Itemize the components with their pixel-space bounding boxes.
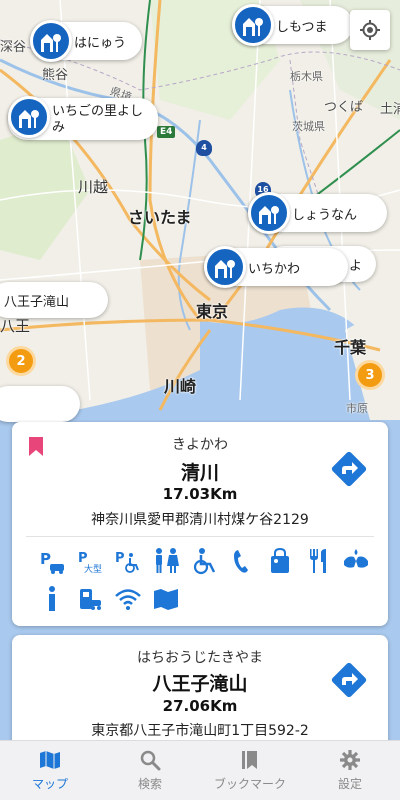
place-label-hachioji-short: 八王 [0,317,31,335]
marker-label: しもつま [276,19,328,35]
phone-icon [228,547,256,575]
marker-label: いちごの里よしみ [52,103,144,135]
station-pin-icon [8,96,50,138]
cluster-marker-left[interactable]: 2 [6,346,36,376]
place-label-tokyo: 東京 [196,302,229,321]
svg-text:P: P [40,550,51,568]
station-marker-ichigo[interactable]: いちごの里よしみ [8,96,158,140]
map-icon [40,751,60,769]
handwash-icon [342,547,370,575]
current-location-button[interactable] [350,10,390,50]
ev-charger-icon [76,585,104,613]
station-marker-ichikawa[interactable]: いちかわ [204,246,349,288]
parking-accessible-icon: P [114,547,142,575]
station-card[interactable]: はちおうじたきやま 八王子滝山 27.06Km 東京都八王子市滝山町1丁目592… [12,635,388,740]
info-icon [38,585,66,613]
station-address: 神奈川県愛甲郡清川村煤ケ谷2129 [91,512,309,528]
station-pin-icon [248,192,290,234]
place-label-fukaya: 深谷 [0,40,27,55]
marker-label-hachioji: 八王子滝山 [4,294,70,310]
place-label-tsuchiura: 土浦 [380,102,400,117]
place-label-ichihara: 市原 [346,402,368,415]
marker-label: はにゅう [74,35,127,51]
parking-large-icon: P 大型 [76,547,104,575]
wheelchair-icon [190,547,218,575]
svg-text:P: P [78,551,88,566]
restroom-icon [152,547,180,575]
nav-tab-search[interactable]: 検索 [100,741,200,800]
nav-label: マップ [31,777,68,791]
nav-label: ブックマーク [213,777,286,791]
marker-label-partial: よ [348,258,362,274]
parking-car-icon: P [38,547,66,575]
place-label-kawagoe: 川越 [78,178,109,196]
station-pin-icon [232,4,274,46]
svg-text:P: P [115,551,125,566]
nav-tab-bookmark[interactable]: ブックマーク [200,741,300,800]
place-label-kumagaya: 熊谷 [42,68,69,83]
place-label-kawasaki: 川崎 [164,377,197,396]
bottom-navigation: マップ 検索 ブックマーク 設定 [0,740,400,800]
station-pin-icon [30,20,72,62]
station-marker-hanyu[interactable]: はにゅう [30,20,143,62]
route-shield-4: 4 [196,140,212,156]
station-marker-shimotsuma[interactable]: しもつま [232,4,354,46]
nav-label: 設定 [337,777,362,791]
station-distance: 27.06Km [162,697,238,715]
station-card[interactable]: きよかわ 清川 17.03Km 神奈川県愛甲郡清川村煤ケ谷2129 P P 大型 … [12,422,388,626]
station-address: 東京都八王子市滝山町1丁目592-2 [91,723,309,739]
nav-label: 検索 [137,777,162,791]
directions-icon[interactable] [330,450,368,488]
bookmark-icon [242,751,257,769]
station-card-list[interactable]: きよかわ 清川 17.03Km 神奈川県愛甲郡清川村煤ケ谷2129 P P 大型 … [0,420,400,740]
prefecture-label-tochigi: 栃木県 [290,70,323,83]
nav-tab-settings[interactable]: 設定 [300,741,400,800]
map-icon [152,585,180,613]
search-icon [140,750,161,771]
place-label-saitama: さいたま [128,208,192,227]
place-label-tsukuba: つくば [324,100,364,115]
directions-icon[interactable] [330,661,368,699]
shop-icon [266,547,294,575]
nav-tab-map[interactable]: マップ [0,741,100,800]
gear-icon [340,750,360,770]
marker-pill-offscreen[interactable] [0,386,80,422]
restaurant-icon [304,547,332,575]
cluster-marker-right[interactable]: 3 [355,360,385,390]
place-label-chiba: 千葉 [334,338,367,357]
marker-label: しょうなん [292,207,358,223]
marker-label: いちかわ [248,261,301,277]
station-marker-shonan[interactable]: しょうなん [248,192,388,234]
marker-pill-hachioji[interactable]: 八王子滝山 [0,282,108,318]
wifi-icon [114,585,142,613]
prefecture-label-ibaraki: 茨城県 [292,120,325,133]
crosshair-icon [360,20,380,40]
card-divider [26,536,374,537]
road-badge-e4: E4 [157,126,176,138]
station-pin-icon [204,246,246,288]
svg-text:大型: 大型 [84,563,102,575]
